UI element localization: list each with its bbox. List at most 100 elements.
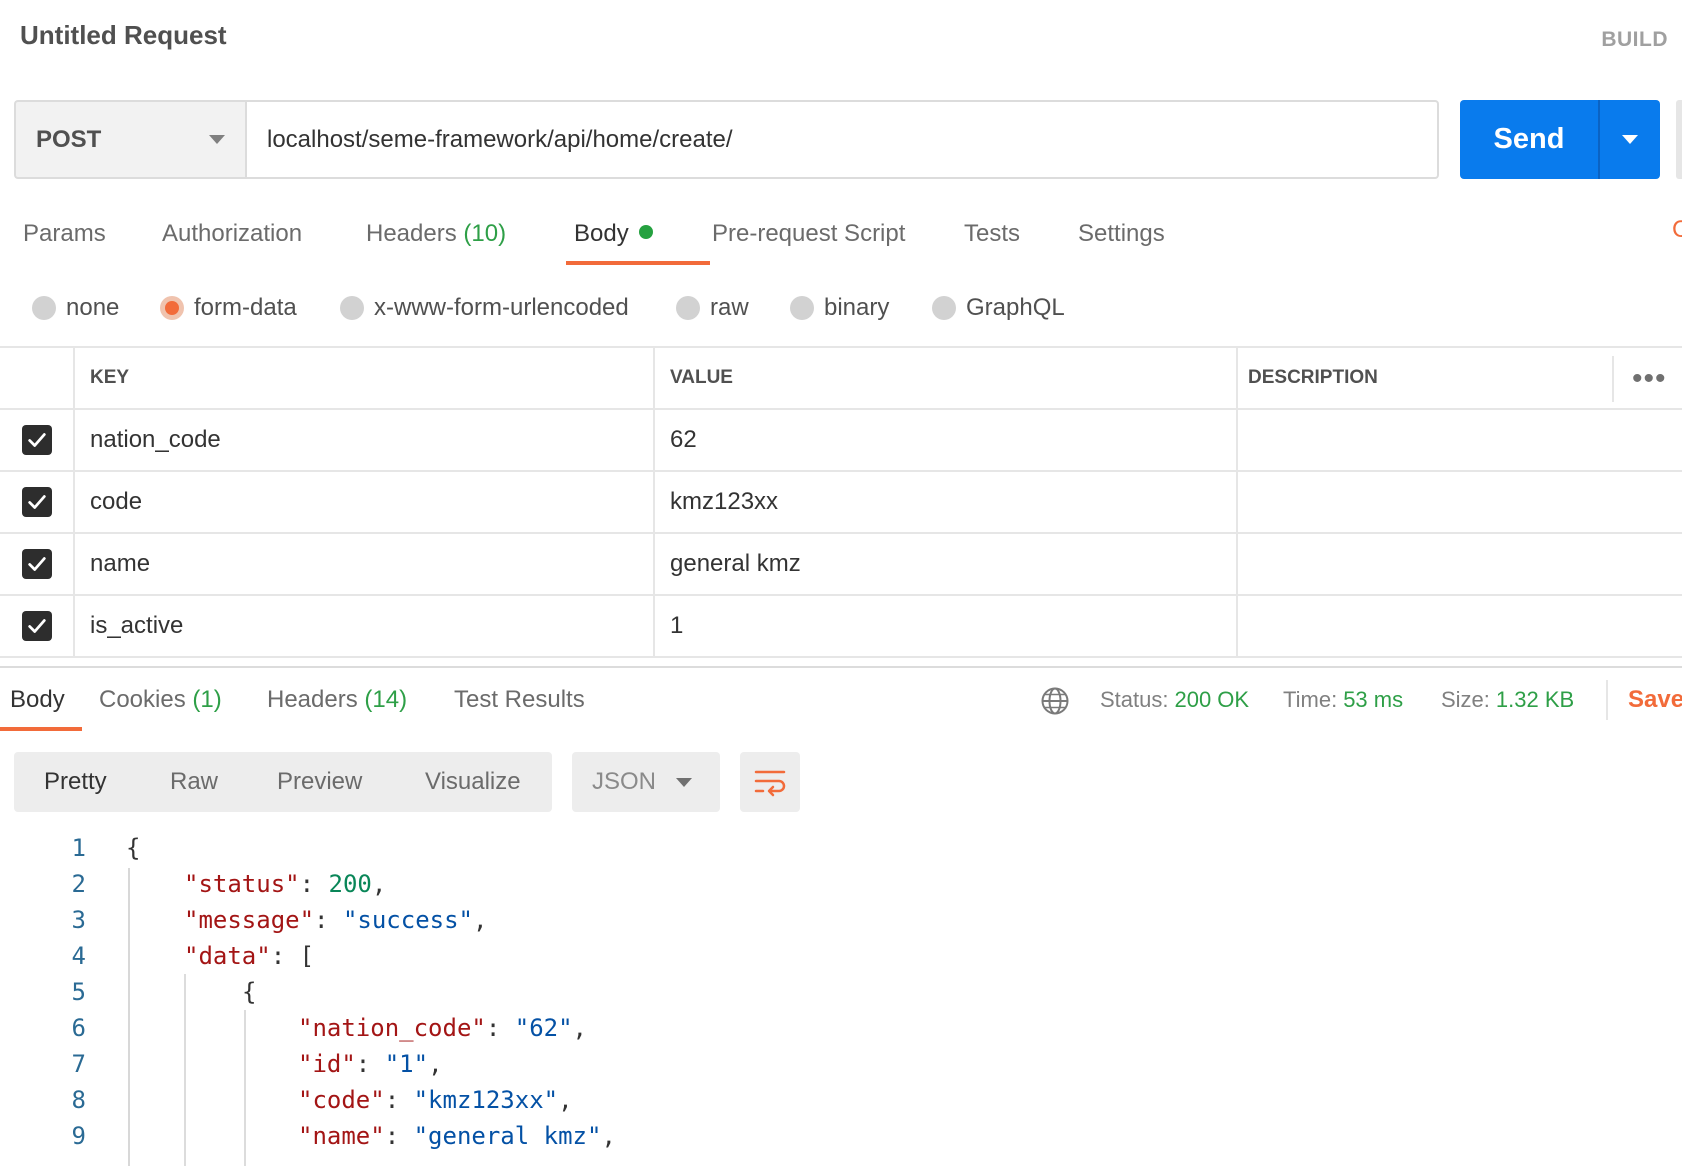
time-label: Time:: [1283, 687, 1338, 712]
url-bar: POST localhost/seme-framework/api/home/c…: [14, 100, 1439, 179]
response-body-viewer[interactable]: 1 2 3 4 5 6 7 8 9 { "status": 200, "mess…: [0, 834, 1682, 1166]
row-checkbox[interactable]: [21, 487, 52, 517]
key-cell[interactable]: nation_code: [75, 410, 655, 470]
json-punct: ,: [371, 870, 387, 898]
wrap-lines-icon: [754, 770, 786, 797]
tab-headers[interactable]: Headers (10): [366, 212, 506, 266]
tab-headers-label: Headers: [366, 220, 457, 247]
request-title[interactable]: Untitled Request: [20, 20, 227, 51]
json-number: 200: [328, 870, 372, 898]
json-punct: ,: [558, 1086, 573, 1114]
save-button-edge[interactable]: [1676, 100, 1682, 179]
json-punct: ,: [601, 1122, 616, 1150]
radio-graphql[interactable]: GraphQL: [932, 288, 1065, 328]
description-cell[interactable]: [1238, 472, 1682, 532]
body-type-options: none form-data x-www-form-urlencoded raw…: [0, 288, 1682, 328]
json-key: "name": [298, 1122, 385, 1150]
table-row: is_active 1: [0, 596, 1682, 658]
view-mode-pretty[interactable]: Pretty: [44, 752, 107, 812]
json-string: "62": [514, 1014, 573, 1042]
row-checkbox[interactable]: [21, 549, 52, 579]
column-header-key: KEY: [75, 348, 655, 408]
response-active-tab-underline: [0, 727, 82, 731]
response-time[interactable]: Time: 53 ms: [1283, 680, 1403, 720]
url-input[interactable]: localhost/seme-framework/api/home/create…: [245, 100, 1439, 179]
line-number: 2: [71, 870, 86, 898]
json-punct: :: [355, 1050, 385, 1078]
line-number: 6: [71, 1014, 86, 1042]
wrap-lines-button[interactable]: [740, 752, 800, 812]
globe-icon[interactable]: [1040, 686, 1070, 716]
response-size[interactable]: Size: 1.32 KB: [1441, 680, 1574, 720]
radio-raw[interactable]: raw: [676, 288, 749, 328]
tab-tests[interactable]: Tests: [964, 212, 1020, 266]
code-gutter-border: [128, 868, 130, 1166]
json-key: "id": [298, 1050, 356, 1078]
response-tab-test-results[interactable]: Test Results: [454, 680, 585, 720]
tab-authorization[interactable]: Authorization: [162, 212, 302, 266]
cookies-link-partial[interactable]: C: [1672, 216, 1682, 244]
description-cell[interactable]: [1238, 410, 1682, 470]
radio-x-www-form-urlencoded[interactable]: x-www-form-urlencoded: [340, 288, 629, 328]
save-response-button[interactable]: Save: [1628, 680, 1682, 720]
radio-label: raw: [710, 294, 749, 321]
line-number: 5: [71, 978, 86, 1006]
row-checkbox[interactable]: [21, 611, 52, 641]
pane-resize-divider[interactable]: [0, 666, 1682, 668]
response-tab-cookies[interactable]: Cookies (1): [99, 680, 222, 720]
value-cell[interactable]: kmz123xx: [655, 472, 1238, 532]
format-select[interactable]: JSON: [572, 752, 720, 812]
tab-settings[interactable]: Settings: [1078, 212, 1165, 266]
key-cell[interactable]: name: [75, 534, 655, 594]
view-mode-visualize[interactable]: Visualize: [425, 752, 521, 812]
chevron-down-icon: [1622, 135, 1638, 144]
line-number: 9: [71, 1122, 86, 1150]
tab-pre-request-script[interactable]: Pre-request Script: [712, 212, 905, 266]
column-divider: [1612, 356, 1614, 402]
size-value: 1.32 KB: [1495, 687, 1575, 712]
json-punct: ,: [572, 1014, 587, 1042]
view-mode-group: Pretty Raw Preview Visualize: [14, 752, 552, 812]
tab-body[interactable]: Body: [574, 212, 653, 266]
value-cell[interactable]: 62: [655, 410, 1238, 470]
method-select[interactable]: POST: [14, 100, 245, 179]
value-cell[interactable]: 1: [655, 596, 1238, 656]
description-cell[interactable]: [1238, 534, 1682, 594]
code-line: "nation_code": "62",: [298, 1014, 587, 1042]
send-button[interactable]: Send: [1460, 100, 1598, 179]
radio-none[interactable]: none: [32, 288, 119, 328]
key-cell[interactable]: is_active: [75, 596, 655, 656]
view-mode-preview[interactable]: Preview: [277, 752, 362, 812]
radio-circle: [932, 296, 956, 320]
response-status[interactable]: Status: 200 OK: [1100, 680, 1249, 720]
send-options-button[interactable]: [1598, 100, 1660, 179]
format-label: JSON: [592, 768, 657, 795]
table-row: nation_code 62: [0, 410, 1682, 472]
description-cell[interactable]: [1238, 596, 1682, 656]
build-mode-label[interactable]: BUILD: [1601, 28, 1668, 52]
line-number: 4: [71, 942, 86, 970]
json-string: "general kmz": [413, 1122, 602, 1150]
header-checkbox-column: [0, 348, 75, 408]
more-options-icon[interactable]: •••: [1632, 348, 1667, 410]
row-checkbox-cell: [0, 534, 75, 594]
checkmark-icon: [27, 557, 46, 571]
radio-label: x-www-form-urlencoded: [374, 294, 629, 321]
table-row: name general kmz: [0, 534, 1682, 596]
response-tab-body[interactable]: Body: [10, 680, 65, 720]
column-header-description: DESCRIPTION: [1248, 367, 1378, 388]
json-string: "success": [342, 906, 473, 934]
status-label: Status:: [1100, 687, 1169, 712]
row-checkbox[interactable]: [21, 425, 52, 455]
tab-params[interactable]: Params: [23, 212, 106, 266]
key-cell[interactable]: code: [75, 472, 655, 532]
radio-form-data[interactable]: form-data: [160, 288, 297, 328]
view-mode-raw[interactable]: Raw: [170, 752, 218, 812]
radio-binary[interactable]: binary: [790, 288, 889, 328]
row-checkbox-cell: [0, 472, 75, 532]
json-string: "1": [384, 1050, 429, 1078]
value-cell[interactable]: general kmz: [655, 534, 1238, 594]
response-tab-headers[interactable]: Headers (14): [267, 680, 407, 720]
radio-circle: [340, 296, 364, 320]
response-tab-headers-label: Headers: [267, 686, 358, 713]
